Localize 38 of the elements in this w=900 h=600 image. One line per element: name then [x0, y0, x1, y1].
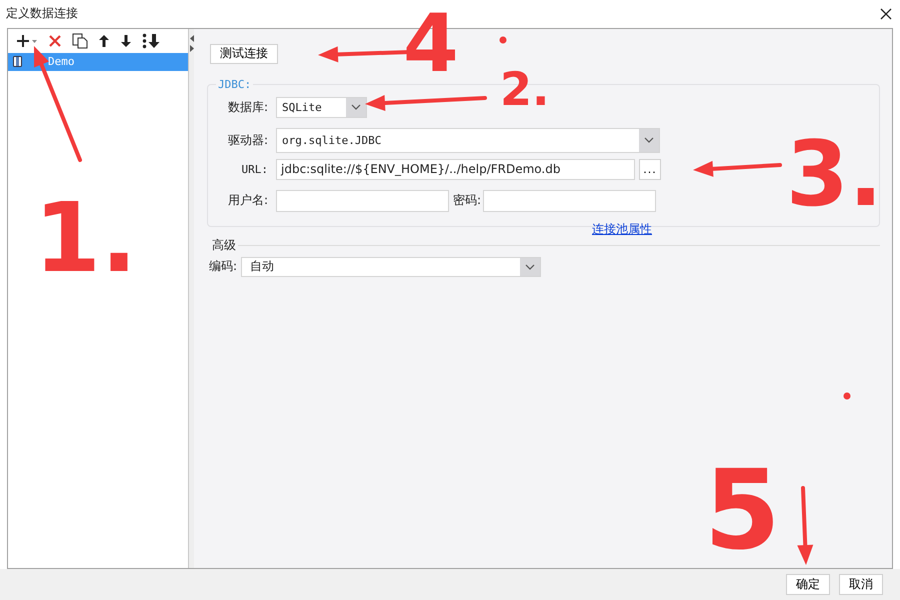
annotation-number: 1.: [34, 190, 138, 286]
field-label: URL:: [240, 162, 268, 176]
field-label: 数据库:: [226, 98, 268, 116]
field-label: 密码:: [453, 192, 482, 210]
copy-icon[interactable]: [72, 32, 88, 49]
annotation-number: 5: [704, 455, 781, 565]
section-title: 高级: [212, 236, 236, 254]
username-field[interactable]: [276, 190, 449, 212]
browse-button[interactable]: ...: [639, 158, 661, 180]
group-title: JDBC:: [217, 78, 252, 91]
database-icon: [13, 56, 22, 68]
arrow-down-icon[interactable]: [120, 34, 132, 48]
password-field[interactable]: [483, 190, 656, 212]
window-title: 定义数据连接: [6, 5, 78, 22]
url-field[interactable]: jdbc:sqlite://${ENV_HOME}/../help/FRDemo.db: [276, 158, 635, 180]
annotation-number: 2.: [500, 66, 550, 112]
pool-properties-link[interactable]: 连接池属性: [592, 220, 652, 238]
arrow-up-icon[interactable]: [98, 34, 110, 48]
annotation-number: 4: [403, 4, 459, 84]
cancel-button[interactable]: 取消: [839, 574, 883, 596]
sort-down-icon[interactable]: [142, 32, 160, 49]
chevron-down-icon: [525, 264, 536, 270]
field-label: 用户名:: [226, 192, 268, 210]
encoding-select[interactable]: 自动: [241, 256, 542, 277]
test-connection-button[interactable]: 测试连接: [210, 44, 278, 64]
driver-select[interactable]: org.sqlite.JDBC: [276, 128, 660, 153]
add-icon[interactable]: [16, 34, 38, 48]
chevron-down-icon: [351, 104, 361, 110]
ok-button[interactable]: 确定: [786, 574, 830, 596]
ink-dot: [844, 392, 850, 400]
chevron-down-icon: [644, 137, 654, 144]
annotation-number: 3.: [786, 130, 883, 220]
ink-dot: [500, 36, 506, 44]
field-label: 驱动器:: [226, 132, 268, 149]
database-select[interactable]: SQLite: [276, 96, 367, 118]
field-label: 编码:: [209, 258, 238, 276]
delete-icon[interactable]: [48, 34, 62, 48]
close-icon[interactable]: [880, 8, 892, 20]
